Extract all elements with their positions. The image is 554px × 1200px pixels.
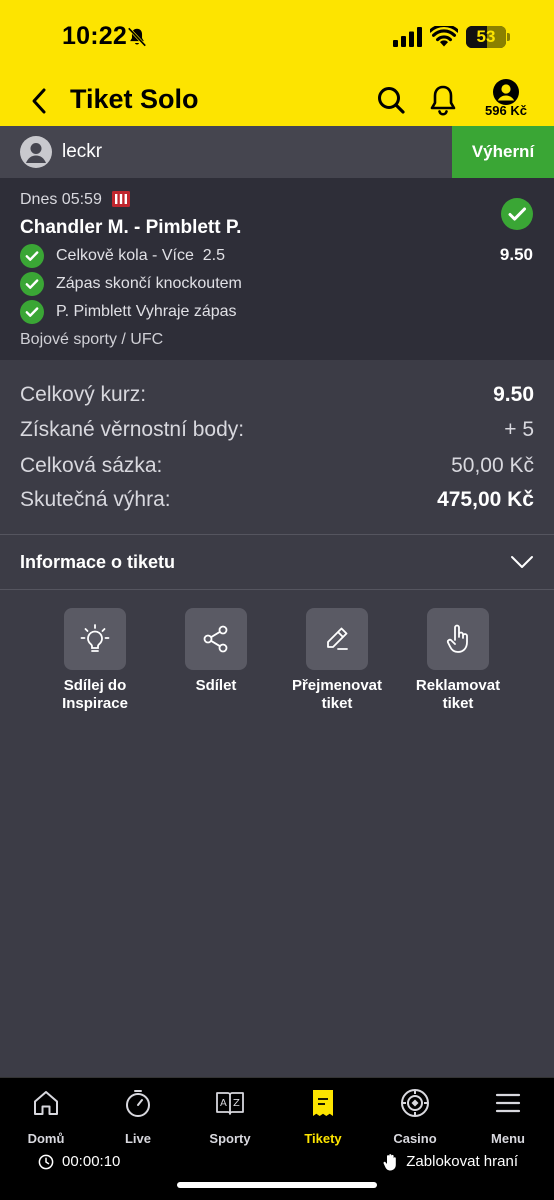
check-circle-icon [20, 300, 44, 324]
notifications-button[interactable] [426, 82, 460, 118]
nav-item-home[interactable]: Domů [1, 1088, 91, 1146]
battery-indicator: 53 [466, 26, 506, 48]
summary-value: 9.50 [493, 383, 534, 406]
action-label: Sdílej do Inspirace [62, 677, 128, 712]
summary-value: 50,00 Kč [451, 454, 534, 477]
account-balance: 596 Kč [485, 103, 527, 118]
ticket-summary: Celkový kurz: 9.50 Získané věrnostní bod… [0, 360, 554, 534]
bell-muted-icon [127, 27, 147, 47]
header: Tiket Solo 596 Kč [0, 76, 554, 126]
menu-icon [495, 1093, 521, 1113]
summary-label: Celkový kurz: [20, 383, 147, 406]
nav-item-live[interactable]: Live [93, 1088, 183, 1146]
ticket-info-toggle[interactable]: Informace o tiketu [0, 535, 554, 589]
lightbulb-icon [80, 624, 110, 652]
chevron-down-icon [511, 556, 533, 568]
username: leckr [62, 141, 103, 162]
summary-label: Celková sázka: [20, 454, 163, 477]
match-name: Chandler M. - Pimblett P. [20, 217, 242, 238]
clock-icon [38, 1154, 54, 1170]
selection-label: Celkově kola - Více 2.5 [56, 247, 225, 264]
ticket-icon [313, 1090, 333, 1116]
summary-row-points: Získané věrnostní body: + 5 [20, 416, 534, 444]
action-icon-box [185, 608, 247, 670]
svg-text:A: A [220, 1098, 227, 1109]
summary-value: + 5 [504, 418, 534, 441]
check-circle-icon [501, 198, 533, 230]
account-button[interactable]: 596 Kč [478, 78, 534, 122]
session-timer: 00:00:10 [38, 1153, 120, 1171]
nav-label: Casino [393, 1131, 437, 1146]
top-bar: 10:22 53 Tiket Solo 596 Kč [0, 0, 554, 126]
action-label: Přejmenovat tiket [291, 677, 383, 712]
live-tv-icon [112, 191, 130, 207]
status-badge: Výherní [452, 126, 554, 178]
action-label: Sdílet [195, 677, 237, 694]
check-circle-icon [20, 272, 44, 296]
summary-row-stake: Celková sázka: 50,00 Kč [20, 452, 534, 480]
back-button[interactable] [22, 84, 56, 118]
home-indicator[interactable] [177, 1182, 377, 1188]
signal-icon [393, 27, 422, 47]
selection-label: Zápas skončí knockoutem [56, 275, 242, 292]
nav-label: Domů [27, 1131, 65, 1146]
status-bar: 10:22 53 [0, 0, 554, 76]
hand-stop-icon [383, 1154, 397, 1171]
nav-item-sports[interactable]: A Z Sporty [185, 1088, 275, 1146]
nav-item-menu[interactable]: Menu [463, 1088, 553, 1146]
battery-level: 53 [476, 27, 496, 46]
battery-nub [507, 33, 510, 41]
nav-label: Sporty [209, 1131, 251, 1146]
block-gambling-button[interactable]: Zablokovat hraní [382, 1153, 518, 1171]
wifi-icon [430, 26, 458, 47]
divider [0, 589, 554, 590]
status-time: 10:22 [62, 22, 127, 50]
bet-date: Dnes 05:59 [20, 191, 102, 208]
nav-label: Menu [491, 1131, 525, 1146]
share-to-inspiration-button[interactable]: Sdílej do Inspirace [35, 608, 155, 713]
nav-item-casino[interactable]: Casino [370, 1088, 460, 1146]
rename-ticket-button[interactable]: Přejmenovat tiket [277, 608, 397, 713]
az-book-icon: A Z [216, 1092, 244, 1115]
ticket-info-label: Informace o tiketu [20, 552, 176, 572]
share-icon [203, 625, 228, 653]
session-timer-value: 00:00:10 [62, 1153, 121, 1170]
home-icon [34, 1091, 58, 1115]
casino-chip-icon [401, 1089, 429, 1117]
claim-ticket-button[interactable]: Reklamovat tiket [398, 608, 518, 713]
bet-category: Bojové sporty / UFC [20, 331, 164, 348]
chevron-left-icon [32, 88, 46, 114]
page-title: Tiket Solo [70, 84, 199, 114]
pencil-icon [327, 627, 348, 650]
summary-label: Skutečná výhra: [20, 488, 171, 511]
action-icon-box [427, 608, 489, 670]
svg-text:Z: Z [233, 1098, 240, 1109]
block-gambling-label: Zablokovat hraní [406, 1153, 518, 1170]
summary-row-win: Skutečná výhra: 475,00 Kč [20, 486, 534, 514]
avatar [20, 136, 52, 168]
action-icon-box [64, 608, 126, 670]
bet-odds: 9.50 [499, 245, 533, 264]
hand-icon [447, 624, 468, 653]
stopwatch-icon [126, 1090, 150, 1117]
search-button[interactable] [374, 83, 408, 117]
summary-value: 475,00 Kč [437, 488, 534, 511]
nav-label: Tikety [304, 1131, 342, 1146]
summary-label: Získané věrnostní body: [20, 418, 245, 441]
summary-row-total-odds: Celkový kurz: 9.50 [20, 381, 534, 409]
bet-card: Dnes 05:59 Chandler M. - Pimblett P. 9.5… [0, 178, 554, 360]
action-label: Reklamovat tiket [415, 677, 501, 712]
ticket-owner-row: leckr Výherní [0, 126, 554, 178]
action-icon-box [306, 608, 368, 670]
search-icon [378, 87, 405, 114]
check-circle-icon [20, 244, 44, 268]
share-button[interactable]: Sdílet [156, 608, 276, 695]
user-circle-icon [493, 79, 519, 105]
nav-item-tickets[interactable]: Tikety [278, 1088, 368, 1146]
user-placeholder-icon [26, 143, 46, 163]
nav-label: Live [124, 1131, 151, 1146]
selection-label: P. Pimblett Vyhraje zápas [56, 303, 237, 320]
bell-icon [430, 85, 456, 116]
